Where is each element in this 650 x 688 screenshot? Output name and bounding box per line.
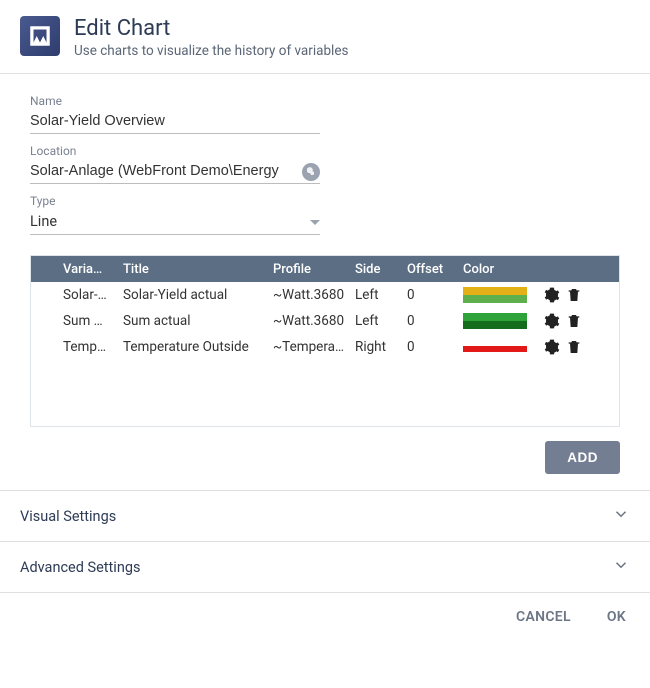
col-profile[interactable]: Profile [273, 262, 355, 277]
cell-title: Temperature Outside [123, 339, 273, 355]
add-button[interactable]: ADD [545, 441, 620, 474]
cancel-button[interactable]: CANCEL [516, 609, 571, 625]
cell-variable: Temp… [63, 339, 123, 355]
trash-icon[interactable] [565, 338, 583, 356]
col-offset[interactable]: Offset [407, 262, 463, 277]
dialog-footer: CANCEL OK [0, 592, 650, 641]
dialog-subtitle: Use charts to visualize the history of v… [74, 43, 630, 59]
name-input[interactable] [30, 110, 320, 134]
visual-settings-label: Visual Settings [20, 508, 116, 525]
cell-color [463, 287, 543, 303]
trash-icon[interactable] [565, 312, 583, 330]
table-header: Varia… Title Profile Side Offset Color [31, 256, 619, 282]
location-label: Location [30, 144, 620, 158]
table-row[interactable]: Temp… Temperature Outside ~Tempera… Righ… [31, 334, 619, 360]
col-variable[interactable]: Varia… [63, 262, 123, 277]
form-area: Name Location Type Line Varia… Title Pro… [0, 74, 650, 490]
globe-icon[interactable] [302, 163, 320, 181]
visual-settings-section[interactable]: Visual Settings [0, 490, 650, 541]
cell-variable: Sum … [63, 313, 123, 329]
name-label: Name [30, 94, 620, 108]
cell-color [463, 339, 543, 355]
cell-profile: ~Watt.3680 [273, 313, 355, 329]
cell-side: Left [355, 313, 407, 329]
type-select[interactable]: Line [30, 210, 320, 235]
col-side[interactable]: Side [355, 262, 407, 277]
cell-title: Solar-Yield actual [123, 287, 273, 303]
cell-side: Left [355, 287, 407, 303]
advanced-settings-label: Advanced Settings [20, 559, 140, 576]
gear-icon[interactable] [543, 286, 561, 304]
app-icon [20, 16, 60, 56]
cell-side: Right [355, 339, 407, 355]
gear-icon[interactable] [543, 312, 561, 330]
chevron-down-icon [612, 556, 630, 578]
table-row[interactable]: Solar-… Solar-Yield actual ~Watt.3680 Le… [31, 282, 619, 308]
chevron-down-icon [612, 505, 630, 527]
variables-table: Varia… Title Profile Side Offset Color S… [30, 255, 620, 427]
table-row[interactable]: Sum … Sum actual ~Watt.3680 Left 0 [31, 308, 619, 334]
gear-icon[interactable] [543, 338, 561, 356]
cell-color [463, 313, 543, 329]
cell-variable: Solar-… [63, 287, 123, 303]
cell-title: Sum actual [123, 313, 273, 329]
dialog-header: Edit Chart Use charts to visualize the h… [0, 0, 650, 74]
type-value: Line [30, 210, 57, 234]
cell-offset: 0 [407, 313, 463, 329]
location-input[interactable] [30, 160, 298, 183]
cell-profile: ~Tempera… [273, 339, 355, 355]
cell-profile: ~Watt.3680 [273, 287, 355, 303]
col-title[interactable]: Title [123, 262, 273, 277]
type-label: Type [30, 194, 620, 208]
advanced-settings-section[interactable]: Advanced Settings [0, 541, 650, 592]
cell-offset: 0 [407, 339, 463, 355]
chevron-down-icon [310, 220, 320, 225]
col-color[interactable]: Color [463, 262, 543, 277]
cell-offset: 0 [407, 287, 463, 303]
trash-icon[interactable] [565, 286, 583, 304]
dialog-title: Edit Chart [74, 16, 630, 41]
ok-button[interactable]: OK [607, 609, 626, 625]
